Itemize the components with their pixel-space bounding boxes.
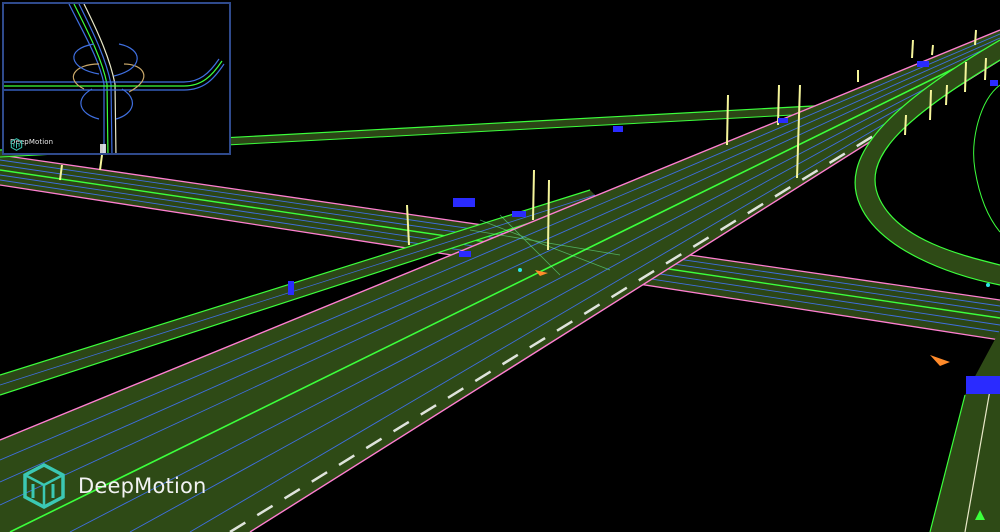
minimap-road-network [4,4,225,153]
deepmotion-cube-logo-icon [23,463,65,509]
brand-watermark: DeepMotion [20,462,207,510]
brand-name: DeepMotion [78,474,207,498]
minimap-overview[interactable]: DeepMotion [2,2,231,155]
minimap-brand: DeepMotion [10,138,53,151]
deepmotion-logo-icon [10,138,23,151]
